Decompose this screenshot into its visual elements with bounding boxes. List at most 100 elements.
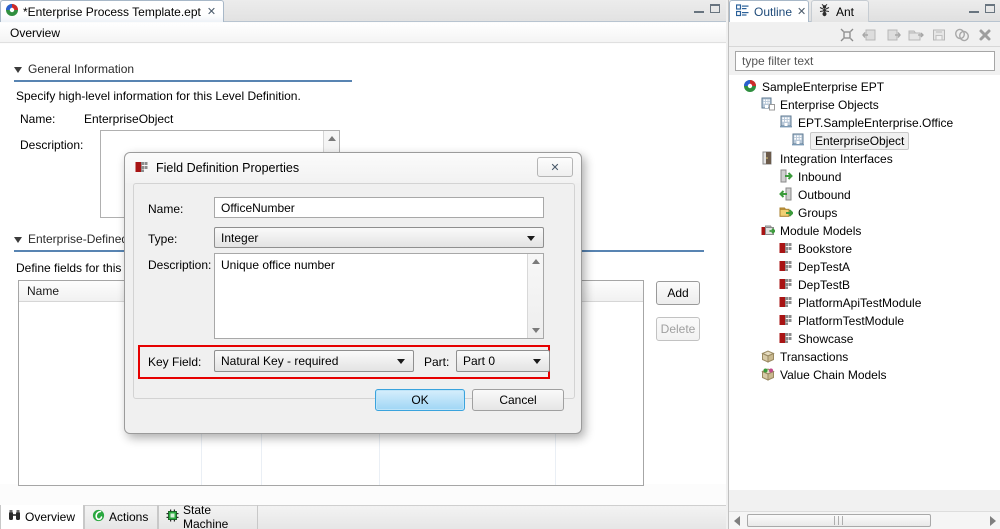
tree-item-bookstore[interactable]: Bookstore <box>779 240 852 258</box>
scrollbar-thumb[interactable]: ||| <box>747 514 931 527</box>
outline-tree[interactable]: SampleEnterprise EPT Enterprise Objects <box>729 75 1000 490</box>
dialog-name-input[interactable]: OfficeNumber <box>214 197 544 218</box>
tab-actions[interactable]: Actions <box>84 505 158 529</box>
tree-item-sampleenterprise-ept[interactable]: SampleEnterprise EPT <box>743 78 884 96</box>
dialog-key-field-label: Key Field: <box>148 355 202 369</box>
tree-item-label: Module Models <box>780 224 862 238</box>
tree-item-outbound[interactable]: Outbound <box>779 186 851 204</box>
editor-tab-enterprise-process-template[interactable]: *Enterprise Process Template.ept ✕ <box>0 0 224 22</box>
scroll-left-arrow-icon[interactable] <box>734 516 740 526</box>
tree-item-groups[interactable]: Groups <box>779 204 837 222</box>
collapse-all-icon[interactable] <box>839 27 855 43</box>
scroll-up-arrow-icon[interactable] <box>327 136 336 141</box>
tab-state-machine[interactable]: State Machine <box>158 503 258 529</box>
module-icon <box>135 160 149 177</box>
module-icon <box>779 241 793 258</box>
maximize-icon[interactable] <box>710 4 720 13</box>
tree-item-label: Outbound <box>798 188 851 202</box>
export-icon[interactable] <box>931 27 947 43</box>
cancel-button[interactable]: Cancel <box>472 389 564 411</box>
close-icon[interactable]: ✕ <box>797 5 806 18</box>
dialog-description-scrollbar[interactable] <box>527 254 543 338</box>
editor-tab-title: *Enterprise Process Template.ept <box>23 4 201 19</box>
scroll-down-arrow-icon[interactable] <box>531 328 540 333</box>
tab-actions-label: Actions <box>109 510 149 524</box>
outline-horizontal-scrollbar[interactable]: ||| <box>729 511 1000 529</box>
tree-item-enterpriseobject[interactable]: EnterpriseObject <box>791 132 910 150</box>
minimize-icon[interactable] <box>969 5 979 13</box>
tree-item-ept-sampleenterprise-office[interactable]: EPT.SampleEnterprise.Office <box>779 114 953 132</box>
section-enterprise-defined[interactable]: Enterprise-Defined <box>14 232 128 246</box>
filter-icon[interactable] <box>954 27 970 43</box>
tree-item-enterprise-objects[interactable]: Enterprise Objects <box>761 96 879 114</box>
tree-item-deptestb[interactable]: DepTestB <box>779 276 850 294</box>
dialog-close-button[interactable]: ✕ <box>537 157 573 177</box>
chevron-down-icon <box>533 359 541 364</box>
enterprise-objects-icon <box>761 97 775 114</box>
tree-item-inbound[interactable]: Inbound <box>779 168 841 186</box>
name-field-value[interactable]: EnterpriseObject <box>84 112 173 126</box>
add-button[interactable]: Add <box>656 281 700 305</box>
tree-item-integration-interfaces[interactable]: Integration Interfaces <box>761 150 893 168</box>
tree-item-label: PlatformTestModule <box>798 314 905 328</box>
module-models-icon <box>761 223 777 240</box>
dialog-body: Name: OfficeNumber Type: Integer Descrip… <box>133 183 575 399</box>
tree-item-showcase[interactable]: Showcase <box>779 330 853 348</box>
outline-tab-bar: Outline ✕ Ant <box>729 0 1000 22</box>
chip-icon <box>166 509 179 525</box>
dialog-description-textarea[interactable]: Unique office number <box>214 253 544 339</box>
tab-ant[interactable]: Ant <box>811 0 869 22</box>
tree-item-label: Showcase <box>798 332 854 346</box>
ok-button[interactable]: OK <box>375 389 465 411</box>
name-field-label: Name: <box>20 112 56 126</box>
close-icon[interactable]: ✕ <box>207 5 216 18</box>
dialog-type-label: Type: <box>148 232 178 246</box>
module-icon <box>779 259 793 276</box>
tree-item-label: Groups <box>798 206 838 220</box>
dialog-title-bar[interactable]: Field Definition Properties ✕ <box>125 153 581 183</box>
link-editor-forward-icon[interactable] <box>885 27 901 43</box>
tree-item-value-chain-models[interactable]: Value Chain Models <box>761 366 887 384</box>
dialog-key-field-value: Natural Key - required <box>221 354 339 368</box>
ept-file-icon <box>5 3 19 20</box>
scroll-right-arrow-icon[interactable] <box>990 516 996 526</box>
filter-input[interactable]: type filter text <box>735 51 995 71</box>
section-general-information-label: General Information <box>28 62 135 76</box>
scrollbar-grip-icon: ||| <box>832 515 846 526</box>
chevron-down-icon <box>527 235 535 241</box>
tab-overview-label: Overview <box>25 510 76 524</box>
field-definition-properties-dialog: Field Definition Properties ✕ Name: Offi… <box>124 152 582 434</box>
tree-item-deptesta[interactable]: DepTestA <box>779 258 850 276</box>
open-view-icon[interactable] <box>908 27 924 43</box>
tree-item-label: EnterpriseObject <box>810 132 910 150</box>
tab-outline[interactable]: Outline ✕ <box>729 0 809 22</box>
dialog-part-dropdown[interactable]: Part 0 <box>456 350 550 372</box>
dialog-description-label: Description: <box>148 258 212 272</box>
tree-item-platformtestmodule[interactable]: PlatformTestModule <box>779 312 904 330</box>
tree-item-module-models[interactable]: Module Models <box>761 222 861 240</box>
close-view-icon[interactable] <box>977 27 993 43</box>
tree-item-transactions[interactable]: Transactions <box>761 348 848 366</box>
minimize-icon[interactable] <box>694 5 704 13</box>
link-editor-back-icon[interactable] <box>862 27 878 43</box>
value-chain-icon <box>761 367 775 384</box>
tree-item-platformapitestmodule[interactable]: PlatformApiTestModule <box>779 294 921 312</box>
maximize-icon[interactable] <box>985 4 995 13</box>
section-general-information[interactable]: General Information <box>14 62 134 76</box>
chevron-down-icon[interactable] <box>14 237 22 243</box>
dialog-type-dropdown[interactable]: Integer <box>214 227 544 248</box>
module-icon <box>779 313 793 330</box>
editor-page-tabs: Overview Actions State Machine <box>0 503 726 529</box>
chevron-down-icon[interactable] <box>14 67 22 73</box>
outbound-icon <box>779 187 793 204</box>
scroll-up-arrow-icon[interactable] <box>531 259 540 264</box>
outline-window-controls <box>969 4 995 13</box>
tab-state-machine-label: State Machine <box>183 503 229 529</box>
dialog-part-value: Part 0 <box>463 354 496 368</box>
tab-overview[interactable]: Overview <box>0 505 84 529</box>
integration-interfaces-icon <box>761 151 775 168</box>
ept-root-icon <box>743 79 757 96</box>
module-icon <box>779 295 793 312</box>
dialog-key-field-dropdown[interactable]: Natural Key - required <box>214 350 414 372</box>
module-icon <box>779 331 793 348</box>
